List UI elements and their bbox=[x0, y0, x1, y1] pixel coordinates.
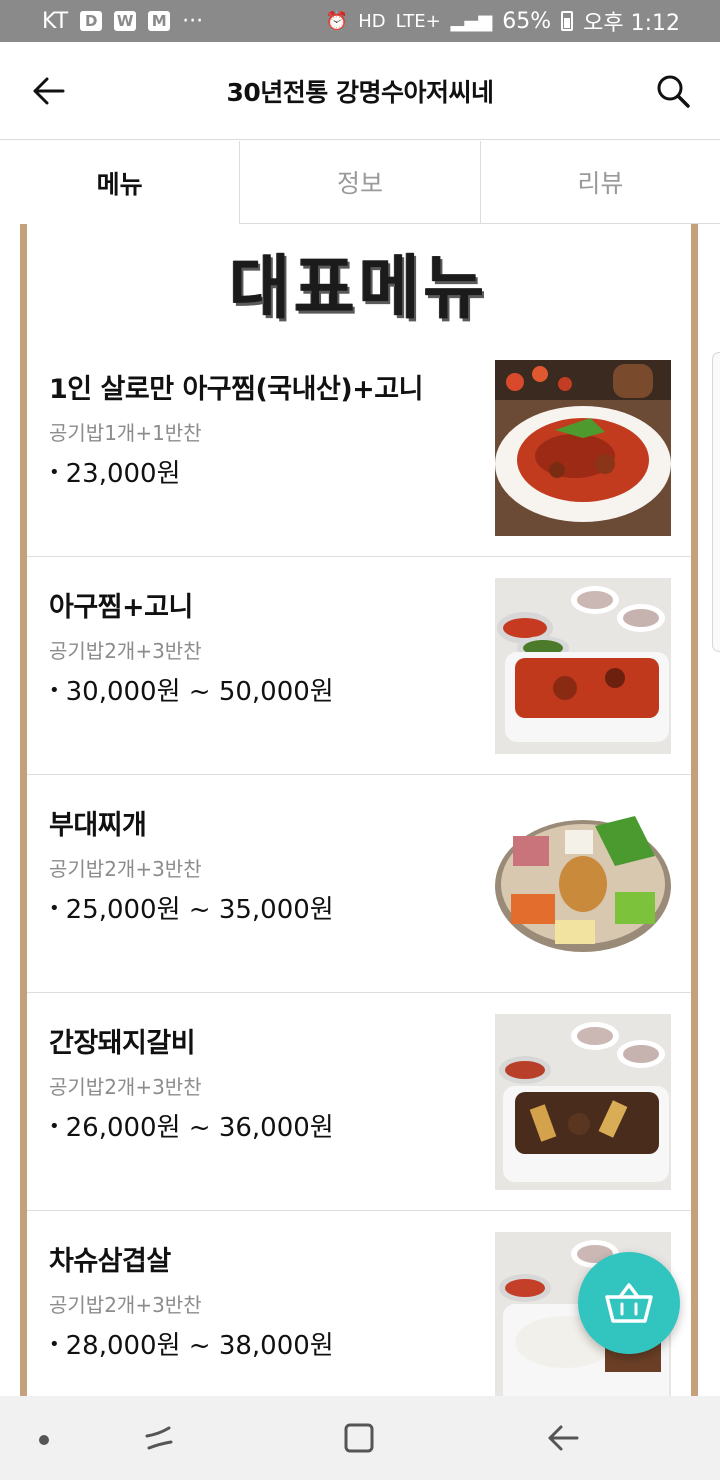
dot-icon bbox=[39, 1435, 49, 1445]
menu-item-price: • 25,000원 ~ 35,000원 bbox=[49, 895, 334, 925]
menu-item-desc: 공기밥2개+3반찬 bbox=[49, 639, 202, 663]
menu-item-name: 차슈삼겹살 bbox=[49, 1246, 171, 1277]
monkfish-takeout-box-image bbox=[495, 578, 671, 754]
tab-review[interactable]: 리뷰 bbox=[479, 141, 720, 224]
menu-item-price-value: 30,000원 ~ 50,000원 bbox=[65, 677, 334, 707]
menu-item-price: • 28,000원 ~ 38,000원 bbox=[49, 1331, 334, 1361]
battery-percent: 65% bbox=[502, 8, 552, 34]
menu-item-name: 부대찌개 bbox=[49, 810, 147, 841]
more-notifications-icon: ··· bbox=[182, 8, 204, 34]
app-d-icon: D bbox=[80, 11, 103, 31]
menu-item-desc: 공기밥2개+3반찬 bbox=[49, 857, 202, 881]
back-button[interactable] bbox=[28, 70, 70, 112]
scrollbar[interactable] bbox=[712, 352, 720, 652]
cart-button[interactable] bbox=[578, 1252, 680, 1354]
page-title: 30년전통 강명수아저씨네 bbox=[226, 77, 495, 107]
menu-item-desc: 공기밥2개+3반찬 bbox=[49, 1075, 202, 1099]
hero-title-banner: 대표메뉴 bbox=[27, 224, 691, 339]
spicy-monkfish-plate-image bbox=[495, 360, 671, 536]
system-nav-bar bbox=[0, 1396, 720, 1480]
menu-item-desc: 공기밥2개+3반찬 bbox=[49, 1293, 202, 1317]
menu-item-price-value: 23,000원 bbox=[65, 459, 181, 489]
network-label: LTE+ bbox=[395, 10, 441, 32]
recent-apps-icon bbox=[145, 1426, 173, 1450]
hero-title: 대표메뉴 bbox=[229, 246, 489, 328]
home-square-icon bbox=[344, 1423, 374, 1453]
menu-board: 대표메뉴 1인 살로만 아구찜(국내산)+고니 공기밥1개+1반찬 • 23,00… bbox=[20, 224, 698, 1396]
system-back-button[interactable] bbox=[540, 1418, 586, 1458]
menu-item[interactable]: 간장돼지갈비 공기밥2개+3반찬 • 26,000원 ~ 36,000원 bbox=[27, 993, 691, 1211]
budae-jjigae-pot-image bbox=[495, 796, 671, 972]
soy-pork-ribs-box-image bbox=[495, 1014, 671, 1190]
clock: 오후 1:12 bbox=[583, 11, 680, 36]
carrier-label: KT bbox=[42, 8, 69, 34]
menu-item-name: 1인 살로만 아구찜(국내산)+고니 bbox=[49, 374, 423, 405]
app-header: 30년전통 강명수아저씨네 bbox=[0, 42, 720, 140]
app-m-icon: M bbox=[148, 11, 171, 31]
menu-item[interactable]: 아구찜+고니 공기밥2개+3반찬 • 30,000원 ~ 50,000원 bbox=[27, 557, 691, 775]
signal-icon: ▂▄▆ bbox=[450, 10, 493, 32]
menu-item[interactable]: 부대찌개 공기밥2개+3반찬 • 25,000원 ~ 35,000원 bbox=[27, 775, 691, 993]
tab-bar: 메뉴 정보 리뷰 bbox=[0, 141, 720, 224]
menu-item[interactable]: 1인 살로만 아구찜(국내산)+고니 공기밥1개+1반찬 • 23,000원 bbox=[27, 339, 691, 557]
menu-item-price-value: 28,000원 ~ 38,000원 bbox=[65, 1331, 334, 1361]
alarm-icon: ⏰ bbox=[325, 10, 349, 32]
menu-content[interactable]: 대표메뉴 1인 살로만 아구찜(국내산)+고니 공기밥1개+1반찬 • 23,00… bbox=[0, 224, 720, 1396]
system-back-icon bbox=[548, 1425, 579, 1451]
menu-item-name: 간장돼지갈비 bbox=[49, 1028, 196, 1059]
hd-icon: HD bbox=[358, 10, 386, 32]
search-button[interactable] bbox=[652, 70, 694, 112]
shopping-basket-icon bbox=[605, 1283, 653, 1323]
tab-menu[interactable]: 메뉴 bbox=[0, 141, 240, 224]
tab-info[interactable]: 정보 bbox=[239, 141, 480, 224]
menu-item-price: • 23,000원 bbox=[49, 459, 181, 489]
menu-item-desc: 공기밥1개+1반찬 bbox=[49, 421, 202, 445]
nav-dot-button[interactable] bbox=[36, 1432, 52, 1448]
recents-button[interactable] bbox=[136, 1418, 182, 1458]
battery-icon bbox=[561, 11, 574, 31]
menu-item-price: • 30,000원 ~ 50,000원 bbox=[49, 677, 334, 707]
back-arrow-icon bbox=[33, 77, 65, 105]
app-w-icon: W bbox=[114, 11, 137, 31]
search-icon bbox=[657, 75, 690, 108]
status-bar: KT D W M ··· ⏰ HD LTE+ ▂▄▆ 65% 오후 1:12 bbox=[0, 0, 720, 42]
menu-item-price: • 26,000원 ~ 36,000원 bbox=[49, 1113, 334, 1143]
menu-item-name: 아구찜+고니 bbox=[49, 592, 193, 623]
home-button[interactable] bbox=[336, 1416, 382, 1460]
menu-item-price-value: 25,000원 ~ 35,000원 bbox=[65, 895, 334, 925]
menu-item-price-value: 26,000원 ~ 36,000원 bbox=[65, 1113, 334, 1143]
